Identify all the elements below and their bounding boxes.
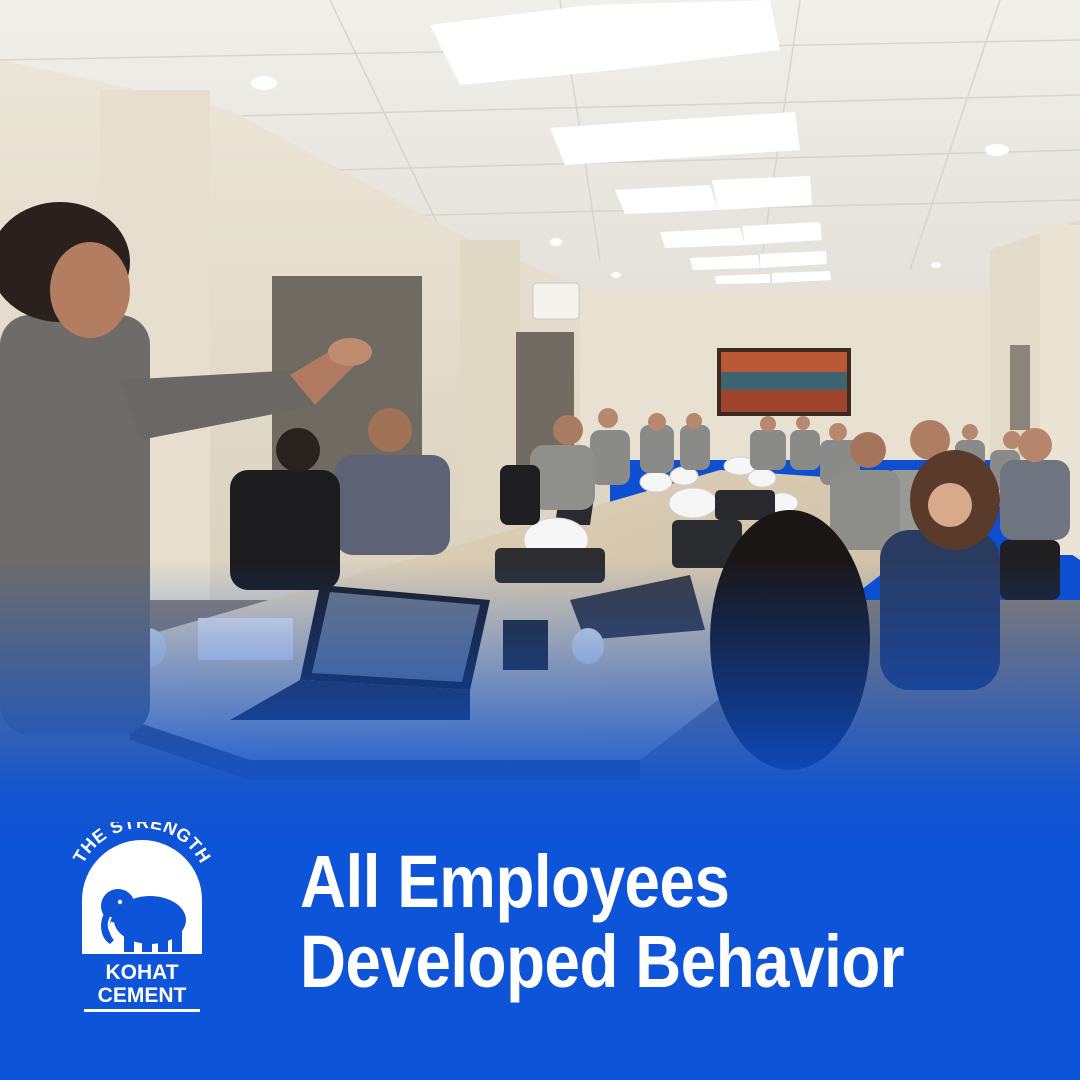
headline-line-2: Developed Behavior [300,920,905,1003]
post-canvas: THE STRENGTH KOHAT CEMENT All Employees … [0,0,1080,1080]
svg-text:KOHAT: KOHAT [105,961,178,984]
headline-line-1: All Employees [300,840,730,923]
svg-text:CEMENT: CEMENT [98,984,187,1007]
kohat-cement-logo: THE STRENGTH KOHAT CEMENT [69,822,214,1012]
headline: All Employees Developed Behavior [300,840,905,1003]
